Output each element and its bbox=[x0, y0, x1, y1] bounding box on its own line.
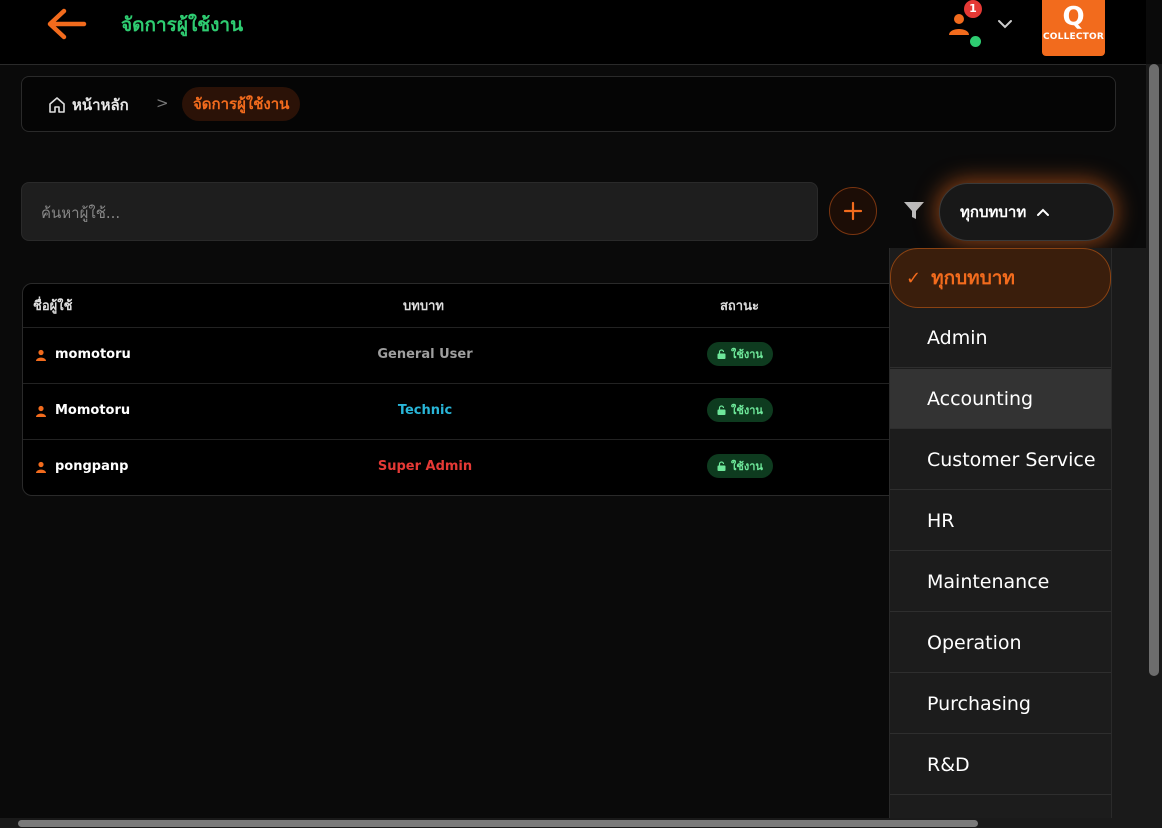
filter-icon bbox=[904, 202, 924, 219]
role-filter-label: ทุกบทบาท bbox=[960, 203, 1027, 221]
dropdown-option-label: Admin bbox=[927, 326, 988, 349]
username: Momotoru bbox=[55, 403, 131, 418]
top-bar: จัดการผู้ใช้งาน 1 Q COLLECTOR bbox=[0, 0, 1146, 65]
add-user-button[interactable] bbox=[829, 187, 877, 235]
dropdown-option-rnd[interactable]: R&D bbox=[890, 735, 1111, 795]
role-dropdown-menu: ✓ ทุกบทบาท Admin Accounting Customer Ser… bbox=[889, 248, 1147, 828]
user-cell: momotoru bbox=[35, 347, 131, 362]
username: momotoru bbox=[55, 347, 131, 362]
search-input[interactable] bbox=[22, 183, 743, 242]
column-header-role: บทบาท bbox=[403, 299, 444, 314]
status-label: ใช้งาน bbox=[731, 348, 763, 361]
user-icon bbox=[36, 461, 46, 473]
role-label: Super Admin bbox=[377, 459, 473, 474]
app-logo: Q COLLECTOR bbox=[1042, 0, 1105, 56]
dropdown-option-label: Purchasing bbox=[927, 692, 1031, 715]
vertical-scrollbar[interactable] bbox=[1146, 64, 1162, 828]
dropdown-option-admin[interactable]: Admin bbox=[890, 308, 1111, 368]
chevron-up-icon bbox=[1037, 208, 1050, 216]
dropdown-option-accounting[interactable]: Accounting bbox=[890, 369, 1111, 429]
dropdown-option-label: Operation bbox=[927, 631, 1022, 654]
breadcrumb-separator: > bbox=[156, 94, 169, 112]
search-box bbox=[21, 182, 818, 242]
vertical-scrollbar-thumb[interactable] bbox=[1149, 64, 1159, 676]
dropdown-option-maintenance[interactable]: Maintenance bbox=[890, 552, 1111, 612]
online-status-dot bbox=[970, 36, 981, 47]
lock-open-icon bbox=[717, 349, 726, 359]
dropdown-option-operation[interactable]: Operation bbox=[890, 613, 1111, 673]
status-badge: ใช้งาน bbox=[707, 454, 773, 478]
breadcrumb-home[interactable]: หน้าหลัก bbox=[48, 93, 129, 117]
breadcrumb: หน้าหลัก > จัดการผู้ใช้งาน bbox=[21, 76, 1116, 132]
logo-letter: Q bbox=[1062, 2, 1085, 32]
page-title: จัดการผู้ใช้งาน bbox=[121, 14, 244, 36]
logo-text: COLLECTOR bbox=[1043, 32, 1104, 42]
dropdown-option-hr[interactable]: HR bbox=[890, 491, 1111, 551]
horizontal-scrollbar[interactable] bbox=[0, 818, 1146, 828]
status-badge: ใช้งาน bbox=[707, 398, 773, 422]
breadcrumb-current: จัดการผู้ใช้งาน bbox=[182, 87, 301, 121]
dropdown-option-label: R&D bbox=[927, 753, 970, 776]
notification-badge: 1 bbox=[964, 0, 982, 18]
user-cell: pongpanp bbox=[35, 459, 128, 474]
status-label: ใช้งาน bbox=[731, 460, 763, 473]
dropdown-side-panel bbox=[1111, 248, 1147, 828]
plus-icon bbox=[843, 201, 863, 221]
user-icon bbox=[36, 349, 46, 361]
role-label: General User bbox=[377, 347, 473, 362]
column-header-status: สถานะ bbox=[720, 299, 759, 314]
dropdown-option-customer-service[interactable]: Customer Service bbox=[890, 430, 1111, 490]
column-header-username: ชื่อผู้ใช้ bbox=[33, 299, 73, 314]
dropdown-option-label: Accounting bbox=[927, 387, 1034, 410]
check-icon: ✓ bbox=[906, 267, 922, 289]
dropdown-option-label: ทุกบทบาท bbox=[931, 267, 1015, 289]
user-cell: Momotoru bbox=[35, 403, 130, 418]
lock-open-icon bbox=[717, 405, 726, 415]
dropdown-option-label: HR bbox=[927, 509, 955, 532]
role-label: Technic bbox=[397, 403, 453, 418]
horizontal-scrollbar-thumb[interactable] bbox=[18, 820, 978, 827]
breadcrumb-home-label: หน้าหลัก bbox=[72, 96, 129, 114]
dropdown-option-label: Customer Service bbox=[927, 448, 1096, 471]
chevron-down-icon[interactable] bbox=[995, 14, 1015, 34]
user-icon bbox=[36, 405, 46, 417]
username: pongpanp bbox=[55, 459, 129, 474]
status-badge: ใช้งาน bbox=[707, 342, 773, 366]
back-arrow-icon[interactable] bbox=[44, 6, 88, 42]
home-icon bbox=[49, 97, 65, 113]
status-label: ใช้งาน bbox=[731, 404, 763, 417]
dropdown-option-label: Maintenance bbox=[927, 570, 1050, 593]
dropdown-option-all-roles[interactable]: ✓ ทุกบทบาท bbox=[890, 248, 1111, 308]
dropdown-option-purchasing[interactable]: Purchasing bbox=[890, 674, 1111, 734]
lock-open-icon bbox=[717, 461, 726, 471]
role-filter-select[interactable]: ทุกบทบาท bbox=[939, 183, 1114, 241]
